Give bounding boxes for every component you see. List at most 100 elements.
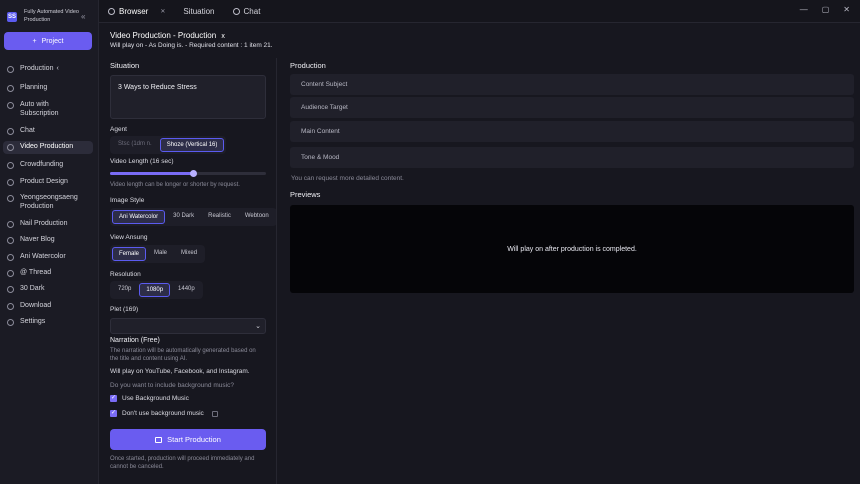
- sidebar-item-settings[interactable]: Settings: [3, 316, 93, 329]
- close-title-icon[interactable]: x: [221, 33, 225, 40]
- sidebar-item-label: 30 Dark: [20, 285, 45, 292]
- crowdfunding-icon: [7, 162, 14, 169]
- chat-icon: [7, 128, 14, 135]
- style-option-realistic[interactable]: Realistic: [202, 210, 237, 224]
- platforms-text: Will play on YouTube, Facebook, and Inst…: [110, 368, 250, 375]
- sidebar-item-nail-production[interactable]: Nail Production: [3, 218, 93, 231]
- checkbox-checked-icon[interactable]: ✓: [110, 395, 117, 402]
- image-style-label: Image Style: [110, 197, 145, 204]
- previews-heading: Previews: [290, 190, 321, 199]
- planning-icon: [7, 85, 14, 92]
- production-heading: Production: [290, 61, 326, 70]
- sidebar-item-planning[interactable]: Planning: [3, 82, 93, 95]
- sidebar-item-product-design[interactable]: Product Design: [3, 176, 93, 189]
- resolution-option-720p[interactable]: 720p: [112, 283, 137, 297]
- agent-option-selected[interactable]: Shoze (Vertical 16): [159, 138, 225, 152]
- preview-area: Will play on after production is complet…: [290, 205, 854, 293]
- new-project-button[interactable]: + Project: [4, 32, 92, 50]
- voice-selector: Female Male Mixed: [110, 245, 206, 263]
- agent-label: Agent: [110, 126, 127, 133]
- sidebar-item-label: Auto with Subscription: [20, 101, 59, 117]
- collapse-chevron-icon[interactable]: ‹: [56, 65, 58, 74]
- design-icon: [7, 179, 14, 186]
- start-button-label: Start Production: [167, 435, 221, 444]
- topic-input[interactable]: 3 Ways to Reduce Stress: [110, 75, 266, 119]
- fields-hint: You can request more detailed content.: [291, 175, 404, 182]
- video-length-slider[interactable]: [110, 170, 266, 177]
- sidebar-item-ani-watercolor[interactable]: Ani Watercolor: [3, 251, 93, 264]
- no-music-option[interactable]: ✓ Don't use background music: [110, 410, 218, 417]
- narration-label: Narration (Free): [110, 337, 160, 344]
- sidebar-item-video-production[interactable]: Video Production: [3, 141, 93, 154]
- slider-thumb[interactable]: [189, 170, 197, 177]
- panel-divider: [276, 58, 277, 484]
- plot-select[interactable]: ⌄: [110, 318, 266, 334]
- sidebar-item-30-dark[interactable]: 30 Dark: [3, 283, 93, 296]
- tone-mood-field[interactable]: Tone & Mood: [290, 147, 854, 168]
- settings-icon: [7, 319, 14, 326]
- sidebar-item-label: Yeongseongsaeng Production: [20, 194, 78, 210]
- use-music-label: Use Background Music: [122, 395, 189, 402]
- main-content-field[interactable]: Main Content: [290, 121, 854, 142]
- sidebar-item-thread[interactable]: @ Thread: [3, 267, 93, 280]
- chevron-down-icon: ⌄: [255, 323, 261, 330]
- voice-option-male[interactable]: Male: [148, 247, 173, 261]
- brand-logo-icon: SS: [7, 11, 17, 22]
- nail-icon: [7, 221, 14, 228]
- blog-icon: [7, 237, 14, 244]
- sidebar-item-label: Ani Watercolor: [20, 253, 66, 260]
- checkbox-empty-icon[interactable]: [211, 410, 218, 417]
- collapse-sidebar-icon[interactable]: «: [81, 12, 85, 21]
- audience-target-field[interactable]: Audience Target: [290, 97, 854, 118]
- situation-heading: Situation: [110, 61, 140, 70]
- sidebar-item-label: Crowdfunding: [20, 161, 64, 168]
- start-hint: Once started, production will proceed im…: [110, 456, 255, 470]
- sidebar-item-download[interactable]: Download: [3, 300, 93, 313]
- yeong-icon: [7, 195, 14, 202]
- preview-message: Will play on after production is complet…: [507, 245, 637, 253]
- style-option-30-dark[interactable]: 30 Dark: [167, 210, 200, 224]
- start-production-button[interactable]: Start Production: [110, 429, 266, 450]
- close-tab-icon[interactable]: ✕: [160, 8, 165, 15]
- resolution-option-1080p[interactable]: 1080p: [139, 283, 171, 297]
- sidebar: SS Fully Automated Video Production « + …: [0, 0, 99, 484]
- use-music-option[interactable]: ✓ Use Background Music: [110, 395, 189, 402]
- sidebar-item-yeongseongsaeng-production[interactable]: Yeongseongsaeng Production: [3, 192, 93, 213]
- sidebar-item-auto-with-subscription[interactable]: Auto with Subscription: [3, 99, 93, 120]
- voice-label: View Ansung: [110, 234, 148, 241]
- minimize-icon[interactable]: —: [800, 5, 808, 14]
- sidebar-item-label: Nail Production: [20, 220, 68, 227]
- dark-icon: [7, 286, 14, 293]
- video-length-label: Video Length (16 sec): [110, 158, 174, 165]
- tab-browser[interactable]: Browser ✕: [99, 0, 174, 23]
- sidebar-item-crowdfunding[interactable]: Crowdfunding: [3, 159, 93, 172]
- style-option-webtoon[interactable]: Webtoon: [239, 210, 275, 224]
- sidebar-item-chat[interactable]: Chat: [3, 125, 93, 138]
- project-button-label: Project: [41, 37, 64, 45]
- sidebar-item-label: Video Production: [20, 143, 74, 150]
- music-question: Do you want to include background music?: [110, 382, 234, 389]
- sidebar-item-naver-blog[interactable]: Naver Blog: [3, 234, 93, 247]
- auto-icon: [7, 102, 14, 109]
- sidebar-item-label: Planning: [20, 84, 48, 91]
- voice-option-mixed[interactable]: Mixed: [175, 247, 203, 261]
- maximize-icon[interactable]: ▢: [822, 5, 830, 14]
- tab-label: Situation: [183, 6, 215, 16]
- sidebar-item-production[interactable]: Production ‹: [3, 63, 93, 76]
- style-option-ani-watercolor[interactable]: Ani Watercolor: [112, 210, 166, 224]
- close-window-icon[interactable]: ✕: [843, 5, 850, 14]
- content-subject-field[interactable]: Content Subject: [290, 74, 854, 95]
- sidebar-item-label: Settings: [20, 318, 46, 325]
- browser-icon: [108, 7, 115, 15]
- sidebar-item-label: @ Thread: [20, 269, 52, 276]
- page-title: Video Production - Production x: [110, 31, 225, 40]
- tab-situation[interactable]: Situation: [174, 0, 223, 23]
- film-icon: [155, 436, 163, 443]
- agent-option[interactable]: Stsc (1dm n.: [112, 138, 158, 152]
- resolution-option-1440p[interactable]: 1440p: [172, 283, 201, 297]
- production-icon: [7, 66, 14, 73]
- tab-chat[interactable]: Chat: [224, 0, 270, 23]
- voice-option-female[interactable]: Female: [112, 247, 147, 261]
- checkbox-checked-icon[interactable]: ✓: [110, 410, 117, 417]
- sidebar-item-label: Download: [20, 302, 52, 309]
